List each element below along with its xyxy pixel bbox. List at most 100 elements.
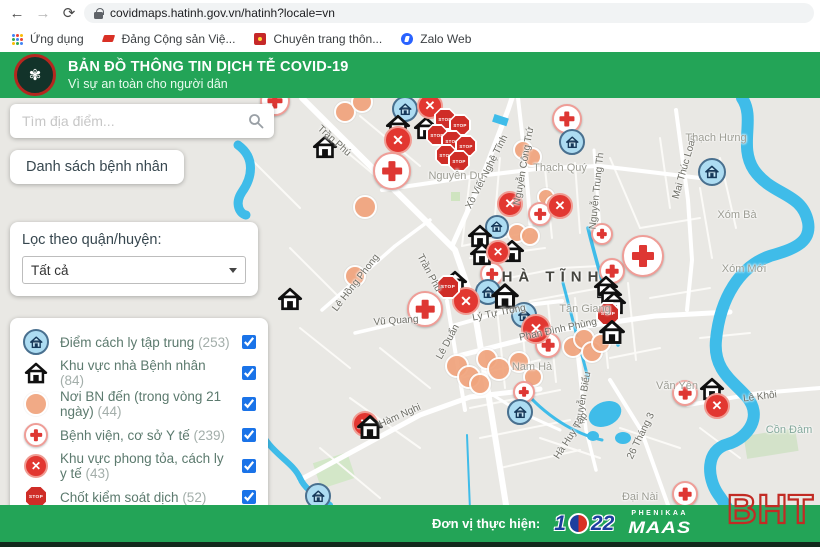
home-legend-icon — [22, 360, 50, 386]
map-marker-hospital[interactable] — [373, 152, 411, 190]
bookmark-item[interactable]: Ứng dụng — [10, 32, 84, 46]
bookmarks-bar: Ứng dụng Đảng Cộng sản Việ... Chuyên trang… — [0, 26, 820, 52]
legend-label: Khu vực nhà Bệnh nhân (84) — [60, 358, 232, 388]
map-marker-stop[interactable]: STOP — [436, 275, 460, 299]
legend-checkbox[interactable] — [242, 490, 256, 504]
bottom-edge — [0, 542, 820, 547]
red-flag-icon — [102, 32, 116, 46]
filter-label: Lọc theo quận/huyện: — [22, 232, 246, 248]
page-title: BẢN ĐỒ THÔNG TIN DỊCH TỄ COVID-19 — [68, 59, 349, 75]
legend-item-lockdown: ✕ Khu vực phong tỏa, cách ly y tế (43) — [22, 454, 256, 478]
legend-label: Chốt kiểm soát dịch (52) — [60, 490, 232, 505]
legend-label: Bệnh viện, cơ sở Y tế (239) — [60, 428, 232, 443]
1022-logo: 1 22 — [554, 512, 614, 536]
map-marker-visited[interactable] — [344, 265, 366, 287]
red-cross-icon — [593, 225, 611, 243]
map-marker-home[interactable] — [597, 317, 627, 347]
bookmark-label: Đảng Cộng sản Việ... — [122, 32, 236, 46]
map-marker-hospital[interactable] — [672, 481, 698, 505]
1022-ball-icon — [568, 513, 589, 534]
legend-panel: Điểm cách ly tập trung (253) Khu vực nhà … — [10, 318, 268, 519]
legend-item-isolation: Điểm cách ly tập trung (253) — [22, 330, 256, 354]
legend-label: Nơi BN đến (trong vòng 21 ngày) (44) — [60, 389, 232, 419]
stop-sign-icon: STOP — [450, 152, 469, 171]
browser-toolbar: ← → ⟳ covidmaps.hatinh.gov.vn/hatinh?loc… — [0, 0, 820, 26]
map-marker-visited[interactable] — [469, 373, 491, 395]
red-cross-icon — [375, 154, 409, 188]
map-marker-hospital[interactable] — [24, 423, 48, 447]
footer-label: Đơn vị thực hiện: — [432, 516, 540, 531]
red-cross-icon — [409, 293, 441, 325]
map-marker-home[interactable] — [311, 133, 339, 161]
phenikaa-maas-logo: PHENIKAA MAAS — [628, 510, 691, 538]
bookmark-item[interactable]: Chuyên trang thôn... — [253, 32, 382, 46]
map-marker-lockdown[interactable]: ✕ — [704, 393, 730, 419]
red-cross-icon — [624, 237, 662, 275]
map-marker-lockdown[interactable]: ✕ — [24, 454, 48, 478]
map-marker-visited[interactable] — [353, 195, 377, 219]
legend-checkbox[interactable] — [242, 366, 256, 380]
search-input[interactable] — [20, 112, 240, 130]
forward-icon[interactable]: → — [32, 2, 54, 24]
map-marker-lockdown[interactable]: ✕ — [547, 193, 573, 219]
bookmark-item[interactable]: Zalo Web — [400, 32, 471, 46]
hospital-legend-icon — [22, 423, 50, 447]
red-cross-icon — [674, 483, 696, 505]
district-select[interactable]: Tất cả — [22, 256, 246, 284]
map-marker-visited[interactable] — [24, 392, 48, 416]
page-subtitle: Vì sự an toàn cho người dân — [68, 77, 349, 91]
map-marker-lockdown[interactable]: ✕ — [497, 191, 523, 217]
search-box[interactable] — [10, 104, 274, 138]
bht-watermark: BHT — [727, 486, 814, 533]
address-bar[interactable]: covidmaps.hatinh.gov.vn/hatinh?locale=vn — [84, 3, 814, 23]
legend-label: Điểm cách ly tập trung (253) — [60, 335, 232, 350]
back-icon[interactable]: ← — [6, 2, 28, 24]
map-marker-isolation[interactable] — [559, 129, 585, 155]
map-marker-hospital[interactable] — [622, 235, 664, 277]
map-marker-stop[interactable]: STOP — [448, 150, 470, 172]
map-marker-hospital[interactable] — [591, 223, 613, 245]
legend-list: Điểm cách ly tập trung (253) Khu vực nhà … — [22, 330, 256, 509]
reload-icon[interactable]: ⟳ — [58, 2, 80, 24]
apps-grid-icon — [10, 32, 24, 46]
red-book-icon — [253, 32, 267, 46]
map-marker-home[interactable] — [23, 360, 49, 386]
footer-bar: Đơn vị thực hiện: 1 22 PHENIKAA MAAS — [0, 505, 820, 542]
legend-checkbox[interactable] — [242, 428, 256, 442]
legend-checkbox[interactable] — [242, 335, 256, 349]
chevron-down-icon — [229, 268, 237, 273]
map-marker-hospital[interactable] — [407, 291, 443, 327]
map-marker-visited[interactable] — [522, 147, 542, 167]
map-marker-home[interactable] — [276, 285, 304, 313]
legend-checkbox[interactable] — [242, 397, 256, 411]
map-marker-home[interactable] — [489, 280, 521, 312]
patient-list-button[interactable]: Danh sách bệnh nhân — [10, 150, 184, 184]
lock-icon — [94, 8, 103, 19]
map-marker-lockdown[interactable]: ✕ — [384, 126, 412, 154]
url-text[interactable]: covidmaps.hatinh.gov.vn/hatinh?locale=vn — [110, 6, 335, 20]
search-icon[interactable] — [248, 113, 264, 129]
legend-item-hospital: Bệnh viện, cơ sở Y tế (239) — [22, 423, 256, 447]
map-marker-lockdown[interactable]: ✕ — [521, 314, 551, 344]
visited-legend-icon — [22, 392, 50, 416]
map-marker-hospital[interactable] — [672, 380, 698, 406]
map-marker-isolation[interactable] — [305, 483, 331, 505]
bookmark-label: Chuyên trang thôn... — [273, 32, 382, 46]
bookmark-label: Ứng dụng — [30, 32, 84, 46]
legend-checkbox[interactable] — [242, 459, 256, 473]
legend-label: Khu vực phong tỏa, cách ly y tế (43) — [60, 451, 232, 481]
bookmark-label: Zalo Web — [420, 32, 471, 46]
map-marker-isolation[interactable] — [698, 158, 726, 186]
map-marker-home[interactable] — [355, 412, 385, 442]
legend-item-visited: Nơi BN đến (trong vòng 21 ngày) (44) — [22, 392, 256, 416]
bookmark-item[interactable]: Đảng Cộng sản Việ... — [102, 32, 236, 46]
isolation-legend-icon — [22, 329, 50, 355]
stop-sign-icon: STOP — [438, 277, 459, 298]
map-marker-isolation[interactable] — [23, 329, 49, 355]
red-cross-icon — [26, 425, 46, 445]
app-header: ✾ BẢN ĐỒ THÔNG TIN DỊCH TỄ COVID-19 Vì s… — [0, 52, 820, 98]
map-marker-isolation[interactable] — [507, 399, 533, 425]
legend-item-home: Khu vực nhà Bệnh nhân (84) — [22, 361, 256, 385]
lockdown-legend-icon: ✕ — [22, 454, 50, 478]
map-marker-lockdown[interactable]: ✕ — [486, 240, 510, 264]
